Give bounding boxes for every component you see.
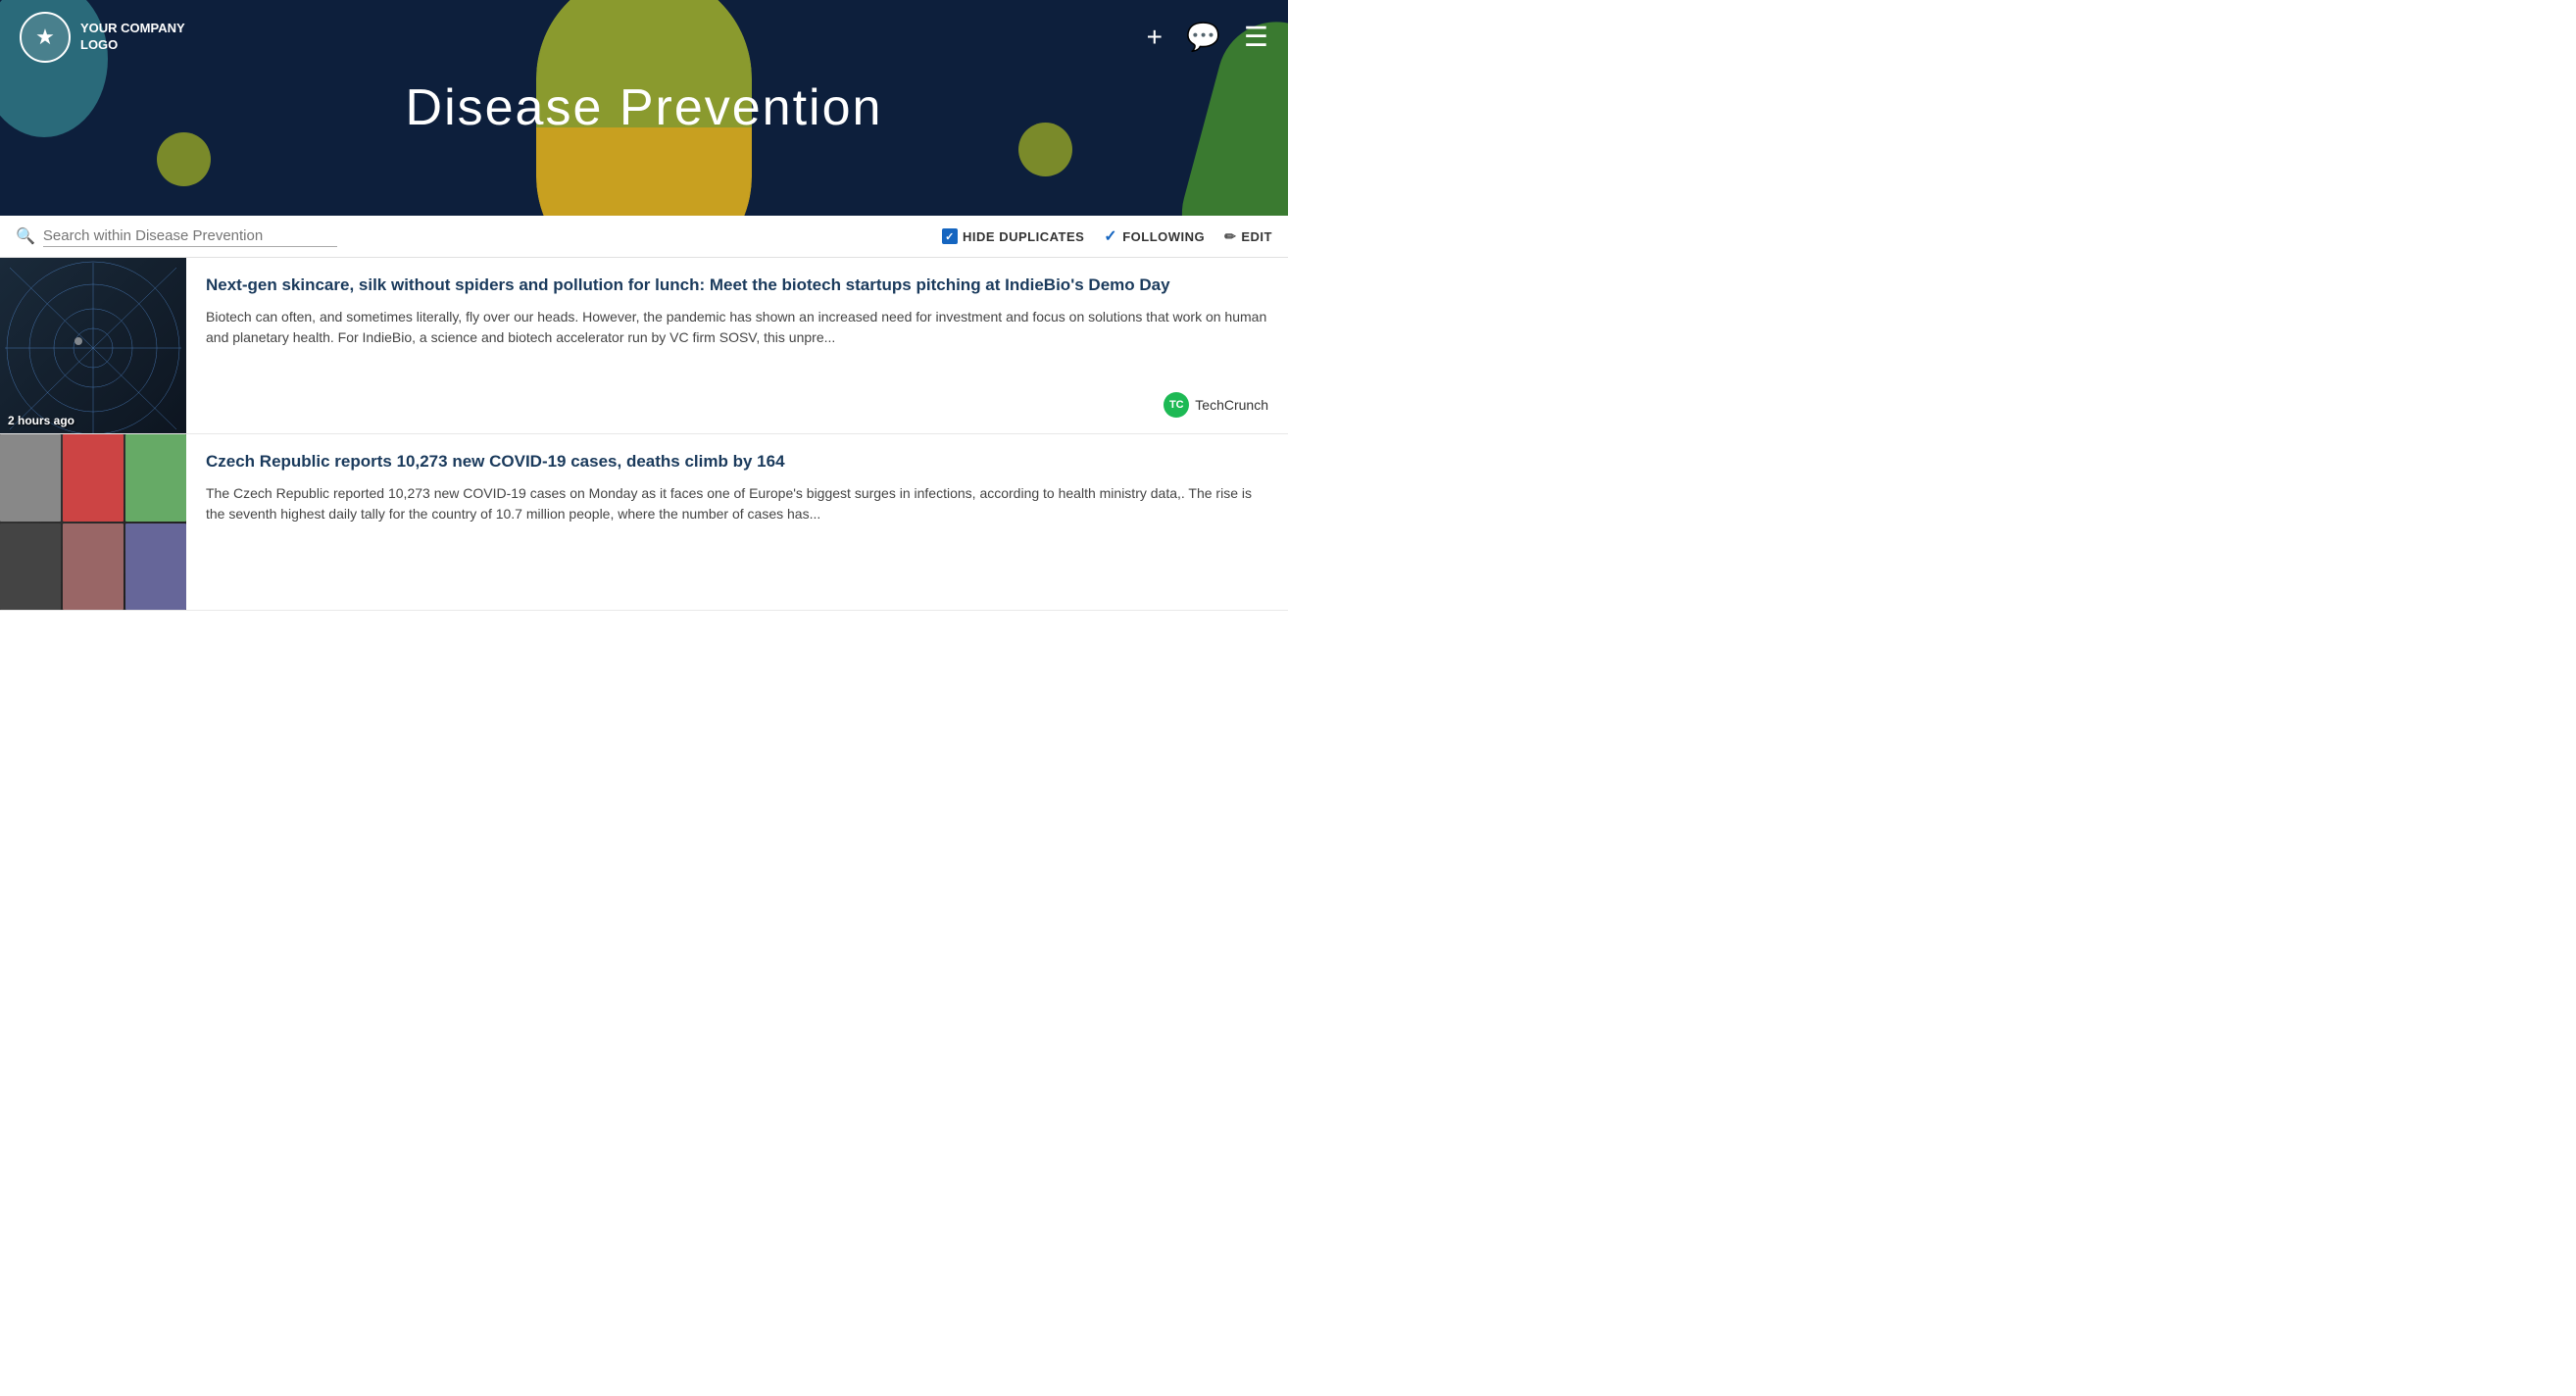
- article-thumbnail: 2 hours ago: [0, 258, 186, 433]
- add-button[interactable]: +: [1147, 24, 1163, 51]
- news-item: 2 hours ago Next-gen skincare, silk with…: [0, 258, 1288, 434]
- edit-pencil-icon: ✏: [1224, 228, 1236, 245]
- edit-button[interactable]: ✏ EDIT: [1224, 228, 1272, 245]
- thumbnail-image: [0, 258, 186, 433]
- article-excerpt: The Czech Republic reported 10,273 new C…: [206, 483, 1268, 525]
- building-block: [0, 524, 61, 611]
- building-block: [125, 434, 186, 522]
- menu-button[interactable]: ☰: [1244, 24, 1268, 51]
- logo-icon: ★: [20, 12, 71, 63]
- article-timestamp: 2 hours ago: [8, 414, 74, 427]
- thumbnail-image: [0, 434, 186, 610]
- hide-duplicates-label: HIDE DUPLICATES: [963, 229, 1084, 244]
- search-input[interactable]: [43, 225, 337, 247]
- edit-label: EDIT: [1241, 229, 1272, 244]
- building-block: [125, 524, 186, 611]
- following-check-icon: ✓: [1104, 226, 1117, 246]
- article-content: Next-gen skincare, silk without spiders …: [186, 258, 1288, 433]
- source-logo: TC: [1164, 392, 1189, 418]
- article-headline[interactable]: Czech Republic reports 10,273 new COVID-…: [206, 450, 1268, 474]
- building-block: [63, 434, 124, 522]
- article-footer: TC TechCrunch: [206, 392, 1268, 418]
- hero-banner: ★ YOUR COMPANY LOGO + 💬 ☰ Disease Preven…: [0, 0, 1288, 216]
- article-content: Czech Republic reports 10,273 new COVID-…: [186, 434, 1288, 610]
- logo-area[interactable]: ★ YOUR COMPANY LOGO: [20, 12, 185, 63]
- toolbar: 🔍 ✓ HIDE DUPLICATES ✓ FOLLOWING ✏ EDIT: [0, 216, 1288, 258]
- news-item: Czech Republic reports 10,273 new COVID-…: [0, 434, 1288, 611]
- source-name: TechCrunch: [1195, 397, 1268, 413]
- hide-duplicates-button[interactable]: ✓ HIDE DUPLICATES: [942, 228, 1084, 244]
- hide-duplicates-checkbox: ✓: [942, 228, 958, 244]
- source-badge[interactable]: TC TechCrunch: [1164, 392, 1268, 418]
- search-icon: 🔍: [16, 226, 35, 246]
- decorative-circle-left: [157, 132, 211, 186]
- chat-button[interactable]: 💬: [1186, 24, 1220, 51]
- article-thumbnail: [0, 434, 186, 610]
- nav-icons: + 💬 ☰: [1147, 24, 1268, 51]
- top-nav: ★ YOUR COMPANY LOGO + 💬 ☰: [0, 0, 1288, 75]
- news-list: 2 hours ago Next-gen skincare, silk with…: [0, 258, 1288, 611]
- building-block: [0, 434, 61, 522]
- company-name: YOUR COMPANY LOGO: [80, 21, 185, 54]
- search-area: 🔍: [16, 225, 427, 247]
- decorative-circle-right: [1018, 123, 1072, 176]
- article-excerpt: Biotech can often, and sometimes literal…: [206, 307, 1268, 349]
- article-headline[interactable]: Next-gen skincare, silk without spiders …: [206, 274, 1268, 297]
- hero-title: Disease Prevention: [406, 78, 883, 137]
- following-label: FOLLOWING: [1122, 229, 1205, 244]
- toolbar-actions: ✓ HIDE DUPLICATES ✓ FOLLOWING ✏ EDIT: [942, 226, 1272, 246]
- following-button[interactable]: ✓ FOLLOWING: [1104, 226, 1205, 246]
- building-block: [63, 524, 124, 611]
